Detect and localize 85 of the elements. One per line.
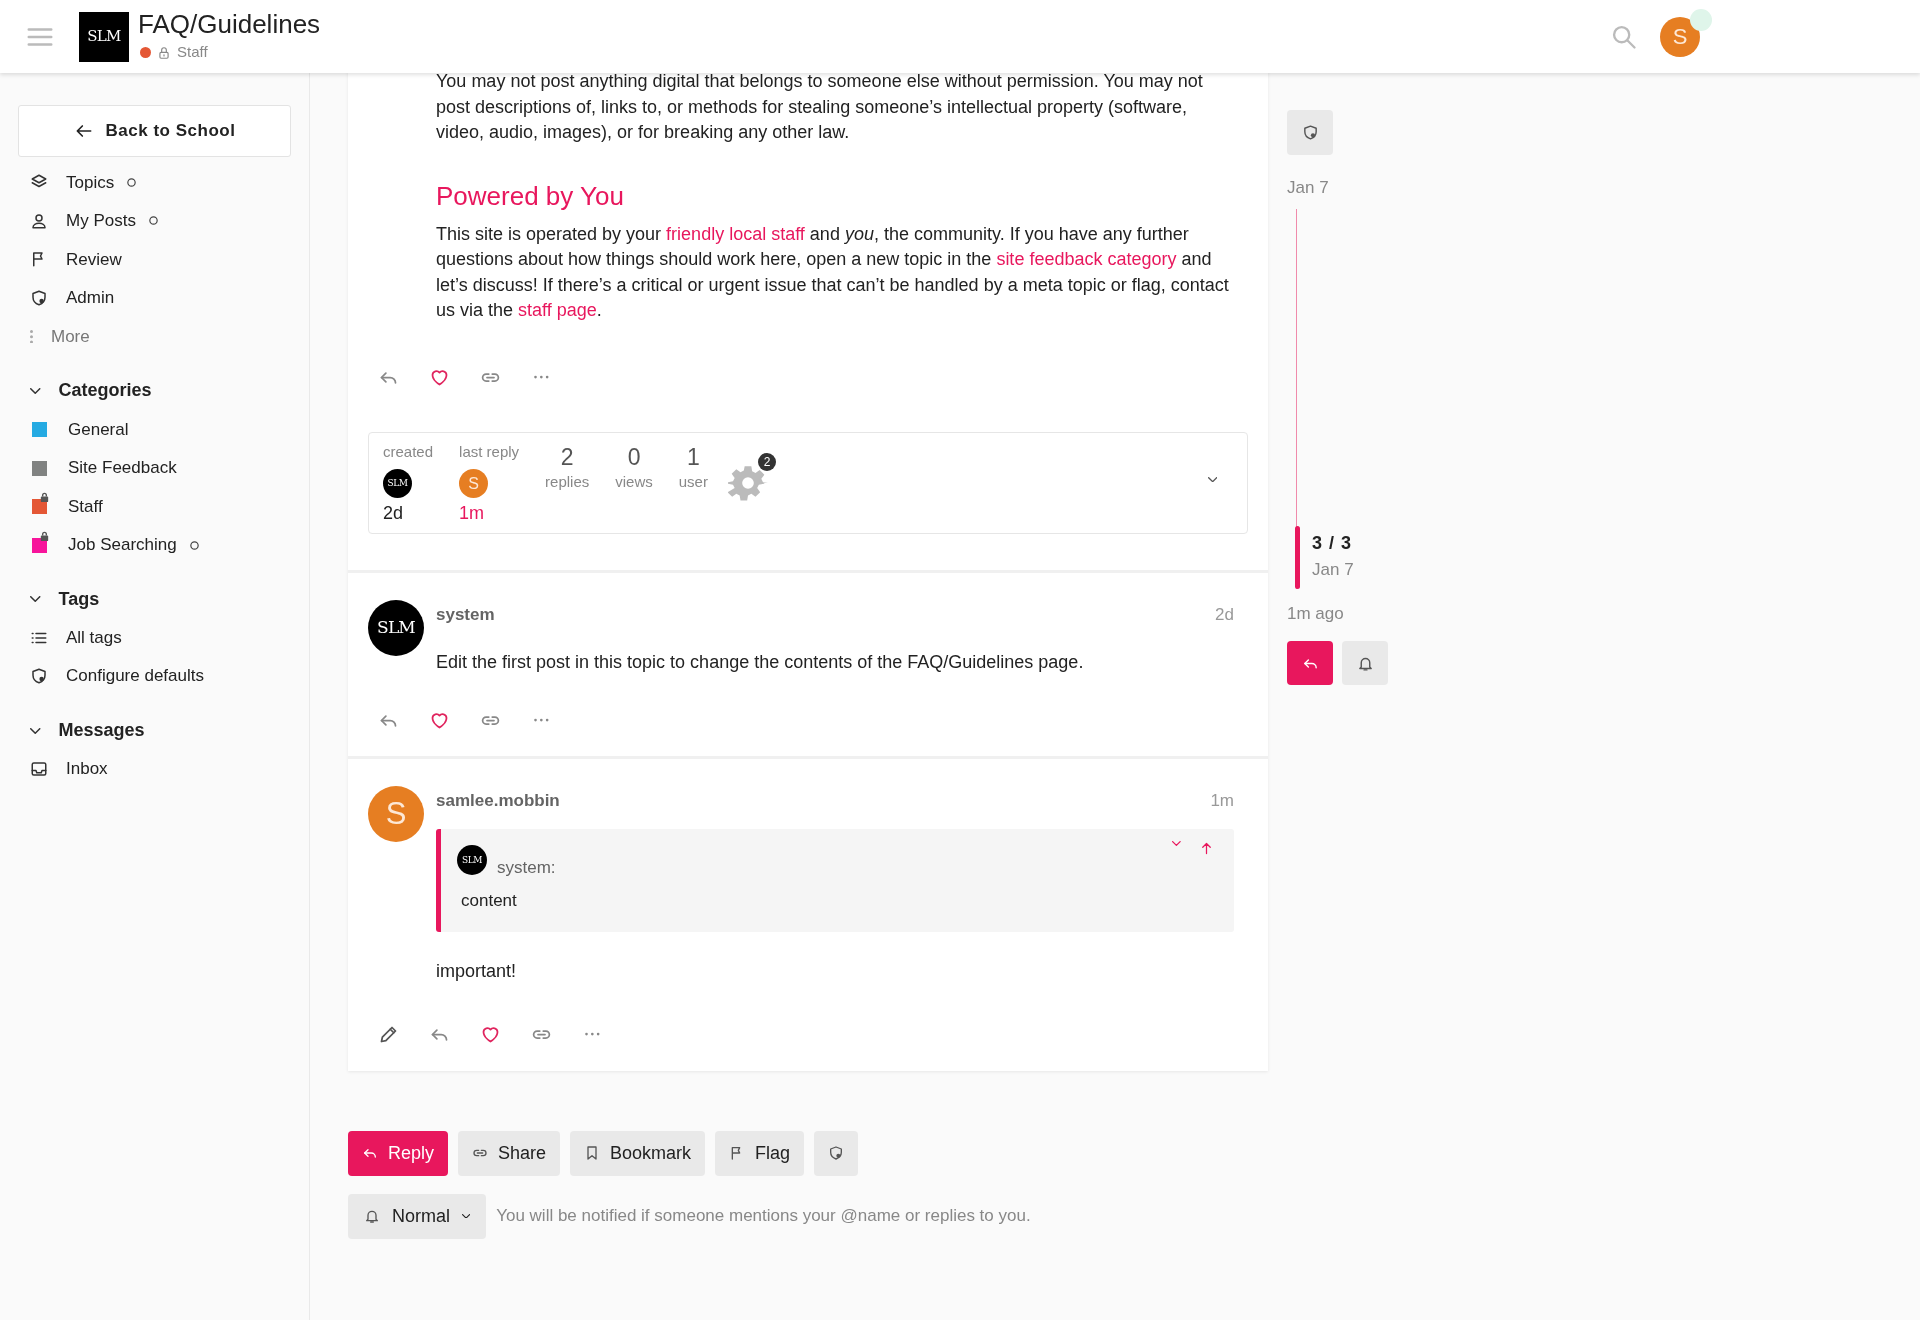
text-link[interactable]: staff page (518, 300, 597, 320)
shield-icon (30, 289, 48, 308)
inbox-icon (30, 759, 48, 778)
arrow-up-icon (1199, 840, 1214, 856)
timeline-end-date[interactable]: 1m ago (1287, 600, 1487, 626)
shield-icon (30, 667, 48, 686)
site-logo[interactable]: SLM (79, 11, 129, 62)
shield-icon (828, 1145, 845, 1161)
post-paragraph: You may not post anything digital that belongs to someone else without permission. You may not post descriptions of, links to, or methods for stealing someone’s intellectual property (software, video, audio, images), or for breaking any other law. (436, 70, 1204, 144)
post-text: Edit the first post in this topic to change the contents of the FAQ/Guidelines page. (436, 651, 1085, 674)
sidebar-link[interactable]: Admin (66, 285, 115, 311)
summary-time[interactable]: 2d (383, 500, 404, 527)
sidebar-link[interactable]: More (51, 323, 90, 350)
user-avatar: S (1660, 16, 1700, 57)
bell-icon (364, 1208, 380, 1224)
count-badge: 2 (757, 452, 776, 471)
sidebar-link[interactable]: Inbox (66, 756, 108, 782)
sidebar-link[interactable]: Review (66, 246, 122, 273)
text-link[interactable]: friendly local staff (666, 223, 805, 244)
quote-text: content (461, 890, 518, 912)
notification-dropdown[interactable]: Normal (348, 1193, 487, 1239)
text-link[interactable]: site feedback category (996, 249, 1177, 269)
category-link[interactable]: Staff (177, 41, 208, 64)
chevron-down-icon (462, 1213, 471, 1219)
section-heading[interactable]: Categories (58, 377, 152, 405)
more-icon (532, 375, 550, 380)
chevron-down-icon (1172, 840, 1181, 846)
section-heading: Powered by You (436, 179, 625, 212)
sidebar-link[interactable]: Configure defaults (66, 663, 204, 689)
admin-button[interactable] (814, 1130, 859, 1176)
sidebar-link[interactable]: General (68, 416, 129, 442)
more-icon (532, 717, 550, 723)
more-icon (583, 1032, 601, 1037)
sidebar-link[interactable]: My Posts (66, 208, 136, 234)
reply-button[interactable]: Reply (348, 1130, 449, 1176)
quote-author: system: (497, 856, 556, 879)
shield-icon (1301, 124, 1319, 141)
jump-to-post-button[interactable] (1199, 840, 1214, 856)
section-heading[interactable]: Messages (58, 717, 145, 745)
vertical-dots-icon (30, 329, 33, 344)
flag-button[interactable]: Flag (715, 1130, 805, 1176)
sidebar-link[interactable]: Job Searching (68, 532, 177, 558)
sidebar-link[interactable]: Site Feedback (68, 455, 177, 481)
timeline-position: 3 / 3 (1312, 532, 1354, 555)
author-name[interactable]: system (436, 601, 495, 627)
chevron-down-icon (30, 387, 41, 394)
notification-description: You will be notified if someone mentions your @name or replies to you. (496, 1205, 1031, 1228)
bookmark-button[interactable]: Bookmark (570, 1130, 706, 1176)
author-name[interactable]: samlee.mobbin (436, 788, 560, 814)
admin-button[interactable] (1287, 110, 1333, 155)
sidebar-link[interactable]: Topics (66, 169, 115, 196)
author-avatar: SLM (368, 599, 424, 656)
post-paragraph: This site is operated by your friendly local staff and you, the community. If you have any further questions about how things should work here, open a new topic in the site feedback category and let’s discuss! If there’s a critical or urgent issue that can’t be handled by a meta topic or flag, contact us via the staff page. (436, 222, 1230, 322)
timeline-start-date[interactable]: Jan 7 (1287, 175, 1487, 201)
summary-time[interactable]: 1m (459, 500, 485, 527)
stat-label: views (615, 471, 653, 492)
sidebar-link[interactable]: All tags (66, 624, 122, 651)
stat-value: 1 (686, 442, 700, 471)
topic-title[interactable]: FAQ/Guidelines (138, 9, 321, 40)
person-icon (30, 211, 48, 230)
post-text: important! (436, 959, 518, 983)
quote-avatar: SLM (457, 845, 487, 876)
chevron-down-icon (30, 727, 41, 734)
stat-label: replies (545, 471, 590, 492)
author-avatar: S (368, 786, 424, 842)
chevron-down-icon (1207, 476, 1217, 482)
user-avatar: S (459, 469, 489, 498)
timeline-date: Jan 7 (1312, 559, 1354, 581)
notification-button[interactable] (1342, 641, 1388, 685)
section-heading[interactable]: Tags (58, 585, 100, 613)
back-button[interactable]: Back to School (18, 105, 291, 157)
reply-button[interactable] (1287, 641, 1333, 685)
share-button[interactable]: Share (458, 1130, 561, 1176)
summary-label: last reply (459, 441, 520, 462)
user-avatar: SLM (383, 469, 412, 498)
notification-badge (1690, 8, 1712, 31)
summary-label: created (383, 441, 434, 462)
stat-value: 0 (627, 442, 641, 471)
expand-button[interactable] (1207, 476, 1217, 482)
stat-label: user (678, 471, 708, 492)
chevron-down-icon (30, 596, 41, 603)
stat-value: 2 (560, 442, 574, 471)
sidebar-link[interactable]: Staff (68, 493, 103, 520)
expand-quote-button[interactable] (1172, 840, 1181, 846)
timeline-handle[interactable] (1295, 525, 1300, 589)
